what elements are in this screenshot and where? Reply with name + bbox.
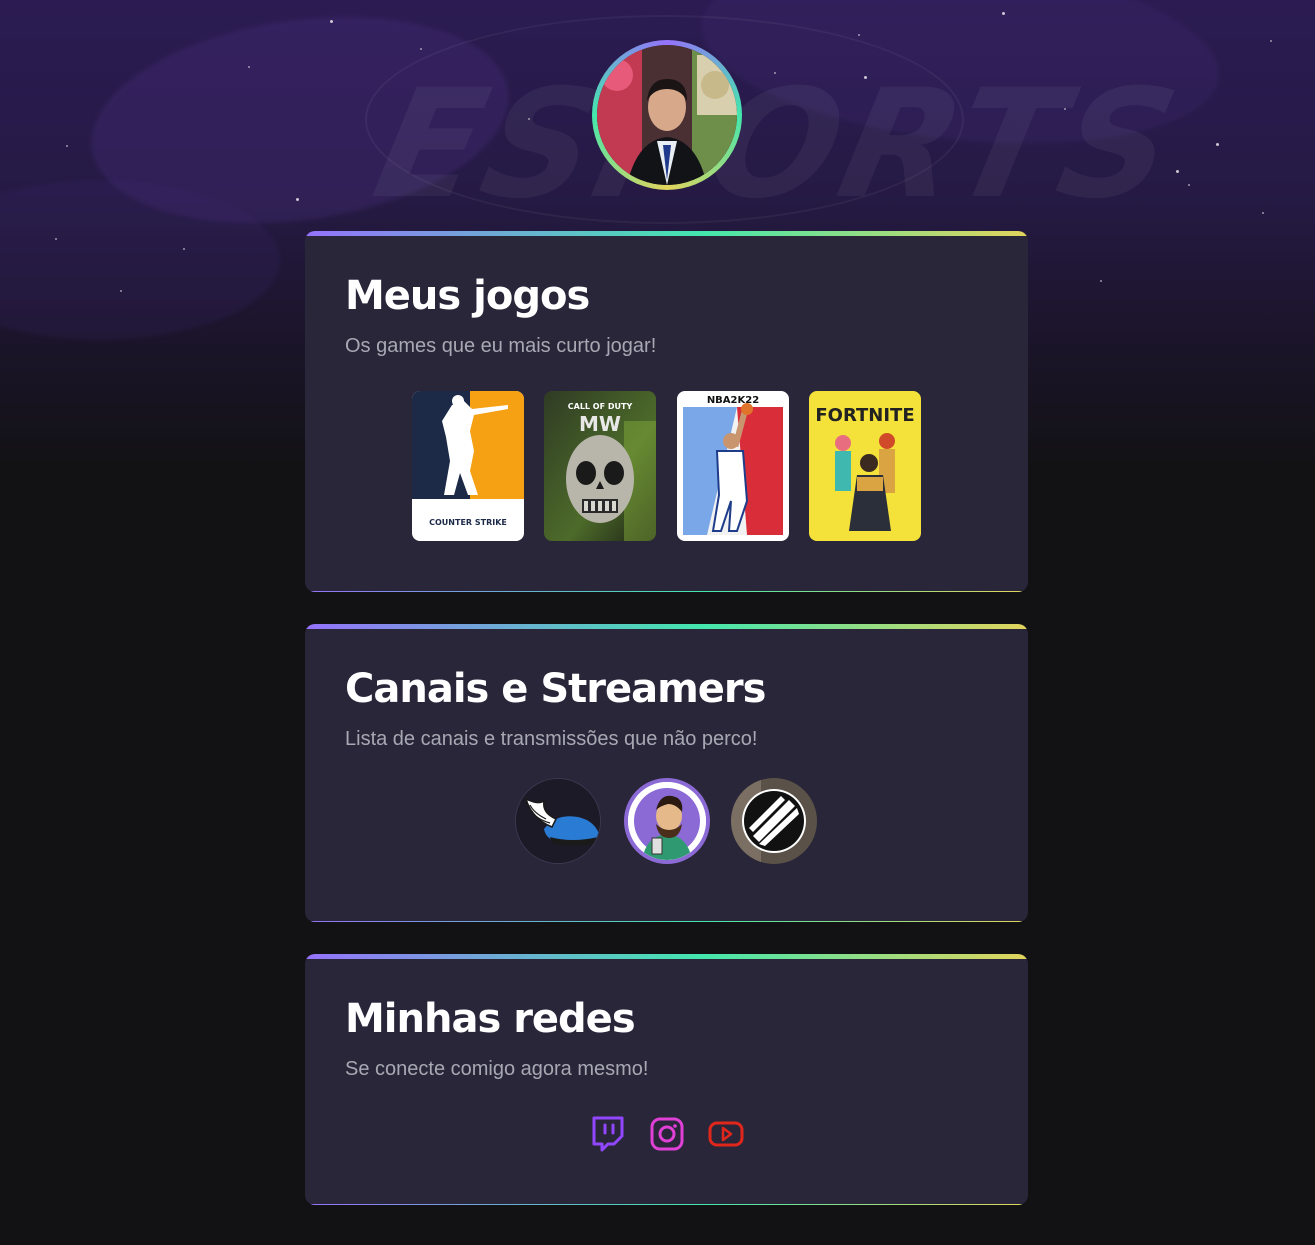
svg-text:COUNTER STRIKE: COUNTER STRIKE — [429, 518, 507, 527]
profile-avatar — [592, 40, 742, 190]
youtube-link[interactable] — [706, 1114, 746, 1154]
svg-text:NBA2K22: NBA2K22 — [707, 395, 759, 406]
socials-title: Minhas redes — [345, 996, 636, 1042]
game-nba-2k22[interactable]: NBA2K22 — [677, 391, 789, 541]
instagram-link[interactable] — [647, 1114, 687, 1154]
streamers-card: Canais e Streamers Lista de canais e tra… — [305, 624, 1028, 922]
socials-card: Minhas redes Se conecte comigo agora mes… — [305, 954, 1028, 1205]
streamer-esl[interactable] — [731, 778, 817, 864]
streamers-title: Canais e Streamers — [345, 666, 766, 712]
game-fortnite[interactable]: FORTNITE — [809, 391, 921, 541]
socials-subtitle: Se conecte comigo agora mesmo! — [345, 1058, 649, 1080]
games-card: Meus jogos Os games que eu mais curto jo… — [305, 231, 1028, 592]
games-subtitle: Os games que eu mais curto jogar! — [345, 335, 657, 357]
streamer-2[interactable] — [624, 778, 710, 864]
game-counter-strike[interactable]: COUNTER STRIKE — [412, 391, 524, 541]
youtube-icon — [708, 1121, 744, 1147]
twitch-icon — [592, 1116, 624, 1152]
streamers-subtitle: Lista de canais e transmissões que não p… — [345, 728, 758, 750]
svg-text:FORTNITE: FORTNITE — [815, 405, 914, 426]
games-title: Meus jogos — [345, 273, 590, 319]
svg-text:CALL OF DUTY: CALL OF DUTY — [568, 402, 633, 411]
svg-text:MW: MW — [579, 412, 621, 436]
game-call-of-duty[interactable]: CALL OF DUTY MW — [544, 391, 656, 541]
avatar-photo — [597, 45, 737, 185]
twitch-link[interactable] — [588, 1114, 628, 1154]
instagram-icon — [650, 1117, 684, 1151]
streamer-gaules[interactable] — [515, 778, 601, 864]
